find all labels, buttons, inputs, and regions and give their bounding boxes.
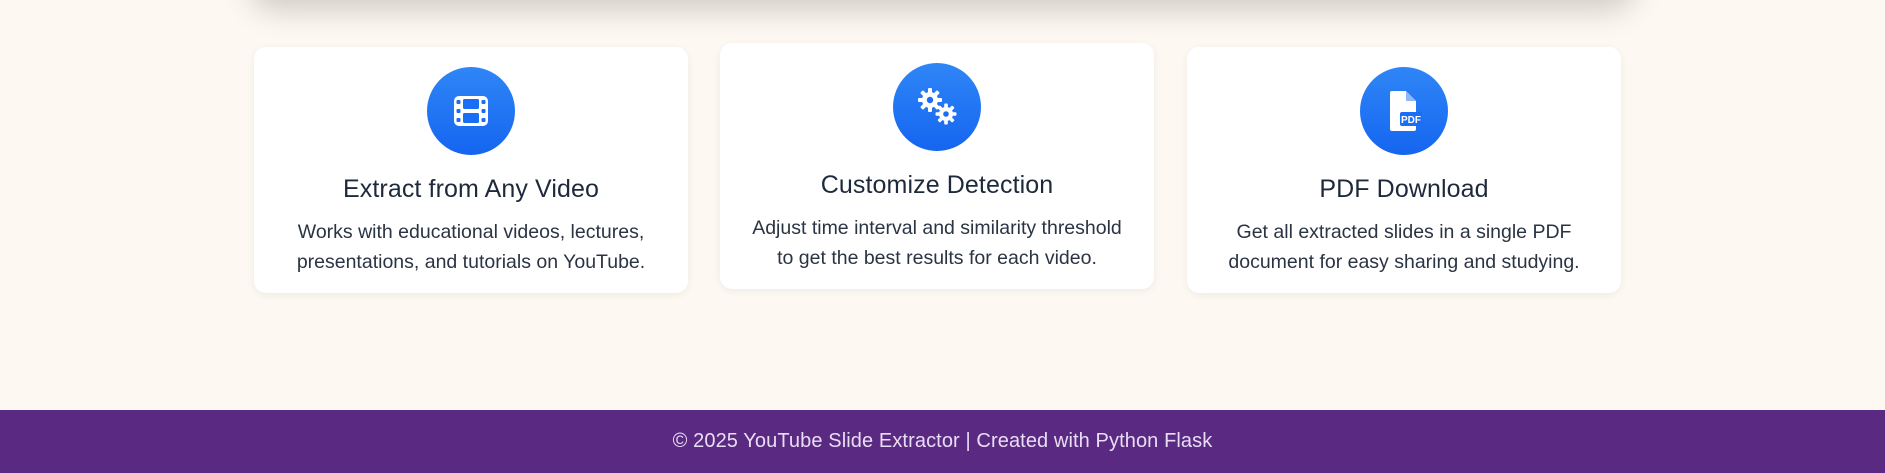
feature-title: Extract from Any Video <box>342 175 600 203</box>
footer-copyright: © 2025 YouTube Slide Extractor | Created… <box>672 430 1213 452</box>
feature-card-extract: Extract from Any Video Works with educat… <box>254 47 688 293</box>
film-icon <box>427 67 515 155</box>
feature-description: Adjust time interval and similarity thre… <box>752 217 1122 269</box>
feature-title: PDF Download <box>1319 175 1489 203</box>
svg-text:PDF: PDF <box>1401 115 1421 126</box>
feature-title: Customize Detection <box>820 171 1054 199</box>
file-pdf-icon: PDF <box>1360 67 1448 155</box>
feature-card-customize: Customize Detection Adjust time interval… <box>720 43 1154 289</box>
features-section: Extract from Any Video Works with educat… <box>0 0 1885 410</box>
feature-description: Get all extracted slides in a single PDF… <box>1228 221 1580 273</box>
feature-description: Works with educational videos, lectures,… <box>296 221 646 273</box>
feature-card-pdf: PDF PDF Download Get all extracted slide… <box>1187 47 1621 293</box>
gears-icon <box>893 63 981 151</box>
footer: © 2025 YouTube Slide Extractor | Created… <box>0 410 1885 473</box>
page: Extract from Any Video Works with educat… <box>0 0 1885 473</box>
